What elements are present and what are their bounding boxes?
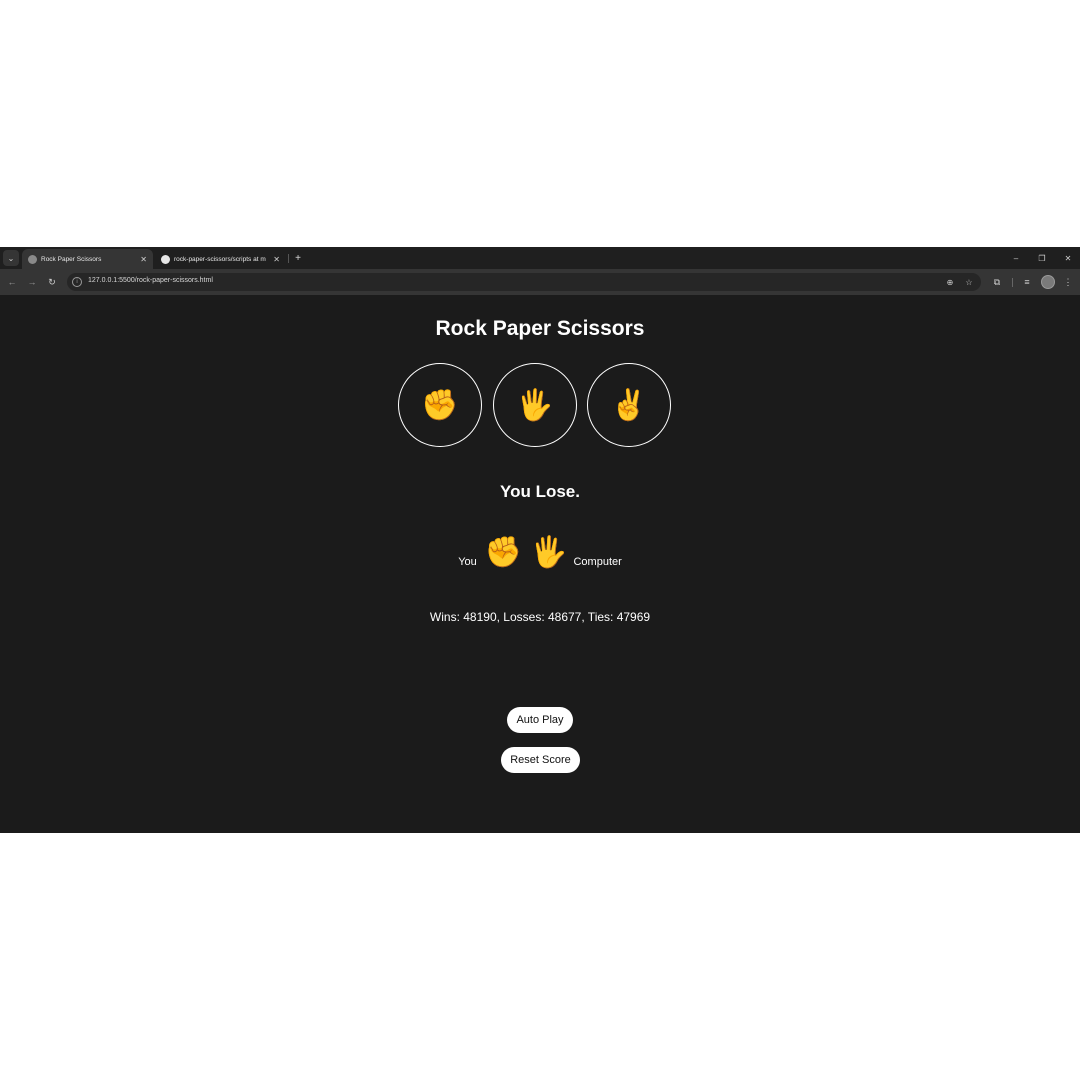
search-tabs-icon[interactable]: ⌄ <box>3 250 19 266</box>
toolbar-divider <box>1012 278 1013 287</box>
avatar[interactable] <box>1041 275 1055 289</box>
tab-strip: ⌄ Rock Paper Scissors ✕ rock-paper-sciss… <box>0 247 1080 269</box>
tab-rock-paper-scissors[interactable]: Rock Paper Scissors ✕ <box>22 249 153 269</box>
forward-icon[interactable]: → <box>25 275 39 289</box>
minimize-button[interactable]: – <box>1008 251 1024 265</box>
auto-play-button[interactable]: Auto Play <box>507 707 573 733</box>
computer-move-icon: 🖐 <box>530 536 568 569</box>
tab-github-scripts[interactable]: rock-paper-scissors/scripts at m ✕ <box>155 249 286 269</box>
github-icon <box>161 254 170 264</box>
last-round-moves: You ✊ 🖐 Computer <box>0 535 1080 571</box>
new-tab-button[interactable]: + <box>292 251 304 265</box>
star-icon[interactable]: ☆ <box>963 276 975 288</box>
result-text: You Lose. <box>500 482 580 501</box>
tab-title: Rock Paper Scissors <box>41 255 102 263</box>
scissors-button[interactable]: ✌ <box>587 363 671 447</box>
computer-label: Computer <box>573 556 622 568</box>
close-icon[interactable]: ✕ <box>140 255 147 264</box>
you-label: You <box>458 556 477 568</box>
page-title: Rock Paper Scissors <box>435 317 645 340</box>
address-bar[interactable]: i 127.0.0.1:5500/rock-paper-scissors.htm… <box>67 273 981 291</box>
browser-toolbar: ← → ↻ i 127.0.0.1:5500/rock-paper-scisso… <box>0 269 1080 295</box>
zoom-icon[interactable]: ⊕ <box>944 276 956 288</box>
score-text: Wins: 48190, Losses: 48677, Ties: 47969 <box>429 610 651 624</box>
back-icon[interactable]: ← <box>5 275 19 289</box>
url-text[interactable]: 127.0.0.1:5500/rock-paper-scissors.html <box>88 277 213 284</box>
close-icon[interactable]: ✕ <box>273 255 280 264</box>
tab-title: rock-paper-scissors/scripts at m <box>174 255 266 263</box>
site-info-icon[interactable]: i <box>72 277 82 287</box>
extensions-icon[interactable]: ⧉ <box>990 275 1004 289</box>
browser-window: ⌄ Rock Paper Scissors ✕ rock-paper-sciss… <box>0 247 1080 833</box>
reset-score-button[interactable]: Reset Score <box>501 747 580 773</box>
reload-icon[interactable]: ↻ <box>45 275 59 289</box>
reading-list-icon[interactable]: ≡ <box>1020 275 1034 289</box>
player-move-icon: ✊ <box>484 536 523 569</box>
globe-icon <box>28 254 37 264</box>
close-window-button[interactable]: ✕ <box>1060 251 1076 265</box>
rock-button[interactable]: ✊ <box>398 363 482 447</box>
paper-button[interactable]: 🖐 <box>493 363 577 447</box>
page-content: Rock Paper Scissors ✊ 🖐 ✌ You Lose. You … <box>0 295 1080 833</box>
tab-divider <box>288 254 289 263</box>
restore-button[interactable]: ❐ <box>1034 251 1050 265</box>
menu-icon[interactable]: ⋮ <box>1061 275 1075 289</box>
